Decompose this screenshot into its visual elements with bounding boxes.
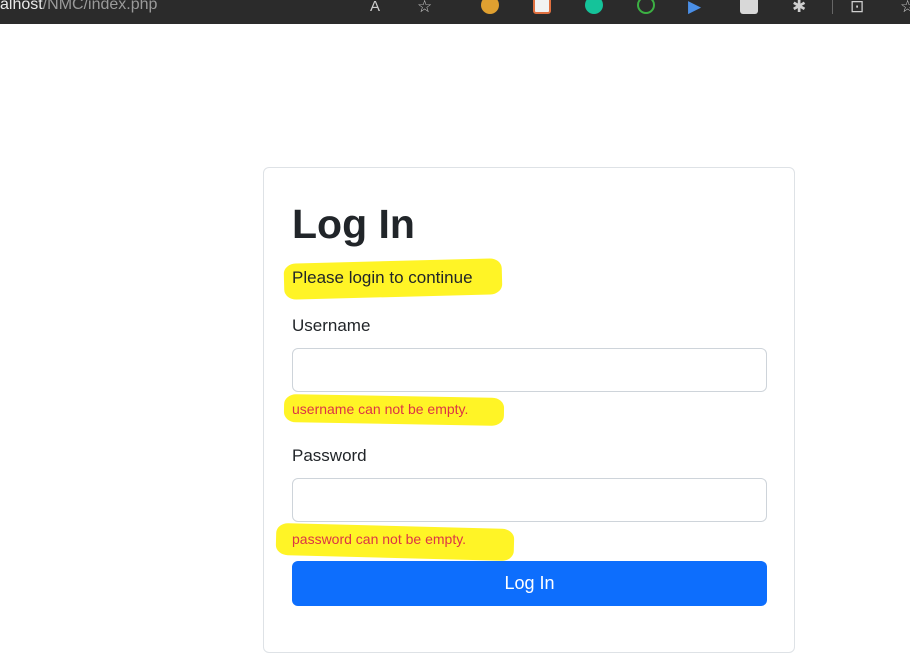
username-label: Username [292, 316, 371, 335]
username-input[interactable] [292, 348, 767, 392]
whatsapp-extension-icon[interactable] [637, 0, 655, 14]
toolbar-divider [832, 0, 833, 14]
url-host: alhost [0, 0, 43, 13]
url-path: /NMC/index.php [42, 0, 158, 13]
page-title: Log In [292, 201, 415, 247]
extensions-puzzle-icon[interactable]: ✱ [792, 0, 806, 18]
read-aloud-icon[interactable]: A [370, 0, 380, 18]
browser-toolbar: alhost/NMC/index.php A ☆ ▶ ✱ ⊡ ☆ [0, 0, 910, 24]
password-error: password can not be empty. [292, 531, 467, 547]
favorite-star-icon[interactable]: ☆ [417, 0, 432, 18]
username-error: username can not be empty. [292, 401, 469, 417]
favorites-icon[interactable]: ☆ [900, 0, 910, 18]
cookie-extension-icon[interactable] [481, 0, 499, 14]
counter-extension-icon[interactable] [740, 0, 758, 14]
split-screen-icon[interactable]: ⊡ [850, 0, 864, 18]
login-button[interactable]: Log In [292, 561, 767, 606]
password-label: Password [292, 446, 367, 465]
password-input[interactable] [292, 478, 767, 522]
grammarly-extension-icon[interactable] [585, 0, 603, 14]
screenshot-extension-icon[interactable] [533, 0, 551, 14]
address-bar[interactable]: alhost/NMC/index.php [0, 0, 157, 14]
subtitle-text: Please login to continue [292, 268, 473, 287]
login-card: Log In Please login to continue Username… [263, 167, 795, 653]
send-extension-icon[interactable]: ▶ [688, 0, 701, 18]
